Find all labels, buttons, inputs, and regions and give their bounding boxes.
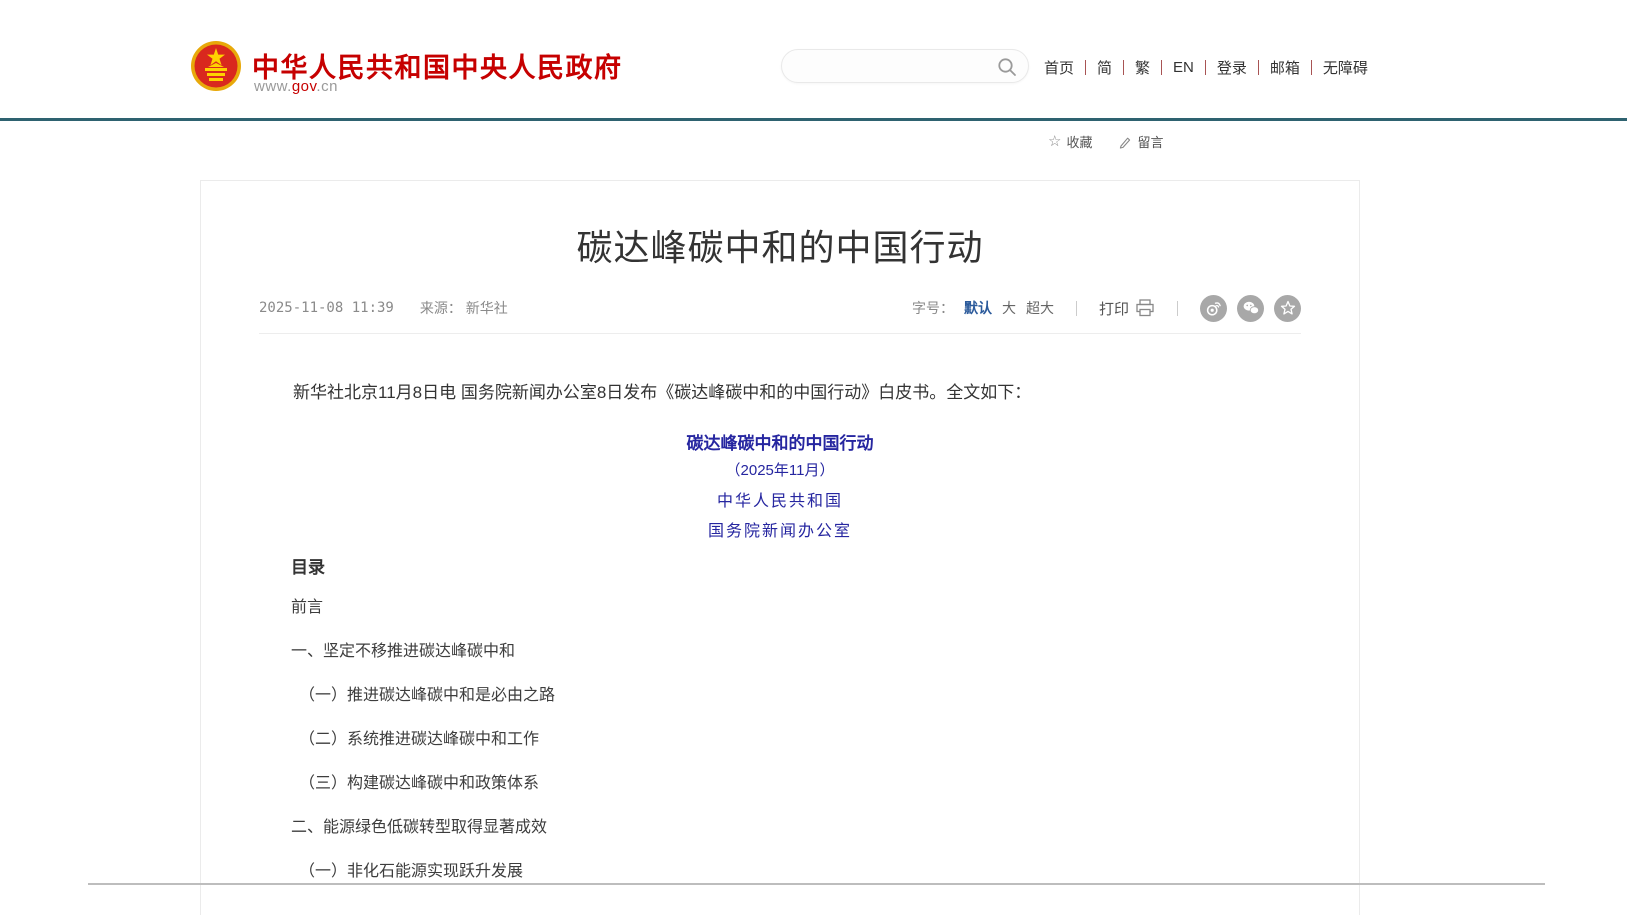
document-org-line2: 国务院新闻办公室 [201, 517, 1359, 541]
message-label: 留言 [1137, 132, 1163, 151]
meta-underline [259, 333, 1301, 334]
font-size-label: 字号： [912, 298, 954, 318]
article-meta-bar: 2025-11-08 11:39 来源： 新华社 字号： 默认 大 超大 打印 [259, 295, 1301, 321]
document-org-line1: 中华人民共和国 [201, 487, 1359, 511]
font-size-default-button[interactable]: 默认 [964, 298, 992, 318]
article-title: 碳达峰碳中和的中国行动 [201, 219, 1359, 271]
printer-icon [1135, 299, 1155, 317]
font-size-large-button[interactable]: 大 [1002, 298, 1016, 318]
toc-item: 一、坚定不移推进碳达峰碳中和 [291, 640, 555, 664]
wechat-icon[interactable] [1237, 295, 1264, 322]
top-nav: 首页 简 繁 EN 登录 邮箱 无障碍 [1044, 56, 1368, 78]
meta-divider-bar [1177, 301, 1178, 316]
toc-item: 前言 [291, 596, 555, 620]
header-divider-line [0, 118, 1627, 121]
table-of-contents: 前言 一、坚定不移推进碳达峰碳中和 （一）推进碳达峰碳中和是必由之路 （二）系统… [291, 596, 555, 904]
toc-item: 二、能源绿色低碳转型取得显著成效 [291, 816, 555, 840]
favorite-label: 收藏 [1066, 132, 1092, 151]
toc-item: （一）非化石能源实现跃升发展 [291, 860, 555, 884]
meta-right: 字号： 默认 大 超大 打印 [912, 295, 1301, 322]
site-url[interactable]: www.gov.cn [254, 78, 338, 95]
document-title: 碳达峰碳中和的中国行动 [201, 429, 1359, 454]
site-url-domain: gov [292, 78, 317, 95]
message-link[interactable]: 留言 [1118, 132, 1163, 151]
article-card: 碳达峰碳中和的中国行动 2025-11-08 11:39 来源： 新华社 字号：… [200, 180, 1360, 915]
search-box[interactable] [781, 49, 1029, 83]
toc-item: （二）系统推进碳达峰碳中和工作 [291, 728, 555, 752]
meta-left: 2025-11-08 11:39 来源： 新华社 [259, 298, 508, 318]
share-icons [1200, 295, 1301, 322]
search-icon[interactable] [996, 56, 1018, 78]
nav-traditional[interactable]: 繁 [1135, 57, 1150, 78]
article-date: 2025-11-08 11:39 [259, 300, 394, 316]
site-url-suffix: .cn [316, 78, 338, 95]
nav-divider [1123, 60, 1124, 75]
nav-login[interactable]: 登录 [1217, 57, 1247, 78]
viewport-bottom-line [88, 883, 1545, 885]
nav-divider [1161, 60, 1162, 75]
nav-divider [1205, 60, 1206, 75]
font-size-xlarge-button[interactable]: 超大 [1026, 298, 1054, 318]
lead-paragraph: 新华社北京11月8日电 国务院新闻办公室8日发布《碳达峰碳中和的中国行动》白皮书… [259, 379, 1301, 407]
nav-english[interactable]: EN [1173, 59, 1194, 76]
toc-item: （三）构建碳达峰碳中和政策体系 [291, 772, 555, 796]
nav-divider [1311, 60, 1312, 75]
nav-mail[interactable]: 邮箱 [1270, 57, 1300, 78]
nav-divider [1085, 60, 1086, 75]
meta-divider-bar [1076, 301, 1077, 316]
article-source: 来源： 新华社 [420, 298, 508, 318]
weibo-icon[interactable] [1200, 295, 1227, 322]
national-emblem-logo [190, 40, 242, 92]
source-label: 来源： [420, 300, 462, 316]
toc-item: （一）推进碳达峰碳中和是必由之路 [291, 684, 555, 708]
star-share-icon[interactable] [1274, 295, 1301, 322]
search-input[interactable] [796, 54, 991, 78]
source-value: 新华社 [466, 300, 508, 316]
site-url-prefix: www. [254, 78, 292, 95]
site-header: 中华人民共和国中央人民政府 www.gov.cn 首页 简 繁 EN 登录 邮箱… [0, 0, 1627, 118]
page: 中华人民共和国中央人民政府 www.gov.cn 首页 简 繁 EN 登录 邮箱… [0, 0, 1627, 915]
pencil-icon [1118, 135, 1132, 149]
nav-home[interactable]: 首页 [1044, 57, 1074, 78]
nav-divider [1258, 60, 1259, 75]
star-outline-icon: ☆ [1048, 134, 1061, 149]
nav-simplified[interactable]: 简 [1097, 57, 1112, 78]
favorite-link[interactable]: ☆ 收藏 [1048, 132, 1092, 151]
document-date: （2025年11月） [201, 459, 1359, 480]
print-button[interactable]: 打印 [1099, 298, 1155, 319]
print-label: 打印 [1099, 298, 1129, 319]
quick-links: ☆ 收藏 留言 [1048, 132, 1163, 151]
nav-accessibility[interactable]: 无障碍 [1323, 57, 1368, 78]
toc-heading: 目录 [291, 553, 325, 578]
